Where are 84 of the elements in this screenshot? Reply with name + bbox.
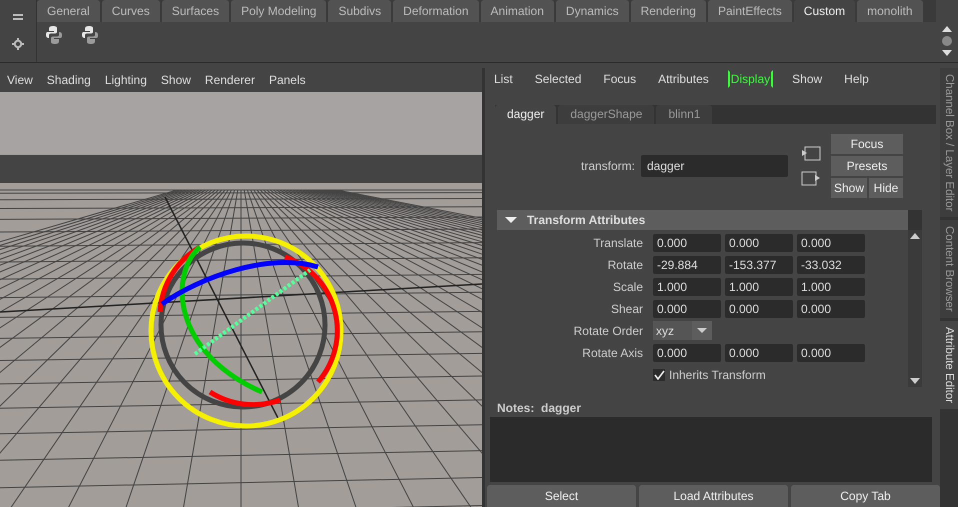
shelf-tab[interactable]: PaintEffects	[708, 0, 792, 22]
number-field[interactable]: 1.000	[725, 278, 793, 296]
shelf-tab[interactable]: Deformation	[393, 0, 479, 22]
script-icon[interactable]	[45, 25, 63, 45]
node-tab[interactable]: daggerShape	[558, 104, 654, 124]
scroll-up-icon[interactable]	[909, 232, 921, 240]
side-tab[interactable]: Content Browser	[940, 220, 958, 318]
shelf-tab[interactable]: Surfaces	[162, 0, 230, 22]
settings-icon[interactable]	[12, 38, 24, 50]
scroll-thumb-icon[interactable]	[941, 35, 953, 47]
number-field[interactable]: 0.000	[653, 234, 721, 252]
section-header[interactable]: Transform Attributes	[497, 210, 908, 230]
number-field[interactable]: 1.000	[797, 278, 865, 296]
number-field[interactable]: -33.032	[797, 256, 865, 274]
caret-icon[interactable]	[692, 321, 712, 340]
editor-bottom-button[interactable]: Select	[487, 484, 636, 507]
number-field[interactable]: 0.000	[797, 234, 865, 252]
shelf-tab[interactable]: Subdivs	[328, 0, 392, 22]
editor-bottom-button[interactable]: Copy Tab	[791, 484, 940, 507]
shelf-tab[interactable]: Curves	[102, 0, 160, 22]
shelf-tab[interactable]: Animation	[480, 0, 554, 22]
dropdown-value: xyz	[656, 324, 674, 338]
editor-bottom-button[interactable]: Load Attributes	[639, 484, 788, 507]
checkbox-label: Inherits Transform	[669, 368, 766, 382]
viewport-menu-item[interactable]: Show	[156, 73, 196, 87]
attribute-label: Rotate Order	[572, 324, 644, 338]
editor-menu-item[interactable]: Focus	[600, 70, 640, 88]
node-name-field[interactable]: dagger	[641, 155, 788, 178]
attribute-label: Shear	[610, 302, 644, 316]
viewport-menu-item[interactable]: Panels	[264, 73, 311, 87]
editor-button[interactable]: Presets	[831, 156, 903, 176]
viewport-menu-item[interactable]: View	[2, 73, 38, 87]
number-field[interactable]: 1.000	[653, 278, 721, 296]
viewport-menu-item[interactable]: Shading	[42, 73, 96, 87]
editor-menu-item[interactable]: Display	[728, 70, 774, 88]
shelf-tab[interactable]: Poly Modeling	[231, 0, 326, 22]
shelf-tab[interactable]: monolith	[857, 0, 922, 22]
node-tab[interactable]: dagger	[495, 104, 556, 124]
viewport-menu-item[interactable]: Lighting	[100, 73, 152, 87]
notes-field[interactable]	[490, 417, 932, 482]
menu-icon[interactable]	[13, 12, 23, 20]
triangle-icon[interactable]	[505, 216, 517, 224]
node-type-label: transform:	[580, 159, 636, 174]
number-field[interactable]: 0.000	[725, 234, 793, 252]
load-node-icon[interactable]	[801, 146, 821, 162]
attribute-label: Rotate	[606, 258, 644, 272]
number-field[interactable]: -153.377	[725, 256, 793, 274]
node-tab[interactable]: blinn1	[656, 104, 712, 124]
number-field[interactable]: 0.000	[653, 344, 721, 362]
editor-button[interactable]: Show	[831, 178, 867, 198]
rotate-order-dropdown[interactable]: xyz	[653, 321, 712, 340]
shelf-tab[interactable]: Rendering	[630, 0, 706, 22]
side-tab[interactable]: Channel Box / Layer Editor	[940, 68, 958, 218]
number-field[interactable]: 0.000	[797, 344, 865, 362]
scroll-down-icon[interactable]	[941, 49, 953, 58]
editor-menu-item[interactable]: List	[491, 70, 516, 88]
next-node-icon[interactable]	[801, 171, 821, 186]
number-field[interactable]: 0.000	[725, 344, 793, 362]
viewport-menu-item[interactable]: Renderer	[200, 73, 260, 87]
attribute-label: Rotate Axis	[581, 346, 644, 360]
number-field[interactable]: 0.000	[653, 300, 721, 318]
number-field[interactable]: -29.884	[653, 256, 721, 274]
section-title: Transform Attributes	[527, 213, 646, 228]
script-icon[interactable]	[81, 25, 99, 45]
attribute-label: Scale	[612, 280, 644, 294]
scrollbar[interactable]	[908, 230, 922, 388]
editor-menu-item[interactable]: Selected	[532, 70, 584, 88]
shelf-tab[interactable]: Custom	[794, 0, 856, 22]
attribute-label: Translate	[592, 236, 644, 250]
shelf-tab[interactable]: General	[37, 0, 100, 22]
editor-menu-item[interactable]: Help	[841, 70, 872, 88]
notes-label: Notes: dagger	[497, 401, 582, 416]
scroll-down-icon[interactable]	[909, 377, 921, 386]
editor-button[interactable]: Hide	[869, 178, 903, 198]
number-field[interactable]: 0.000	[725, 300, 793, 318]
check-icon	[654, 370, 664, 380]
editor-menu-item[interactable]: Attributes	[655, 70, 712, 88]
number-field[interactable]: 0.000	[797, 300, 865, 318]
shelf-tab[interactable]: Dynamics	[556, 0, 629, 22]
side-tab[interactable]: Attribute Editor	[940, 321, 958, 410]
checkbox[interactable]	[653, 368, 665, 381]
editor-menu-item[interactable]: Show	[789, 70, 826, 88]
scroll-up-icon[interactable]	[941, 24, 953, 33]
editor-button[interactable]: Focus	[831, 134, 903, 154]
